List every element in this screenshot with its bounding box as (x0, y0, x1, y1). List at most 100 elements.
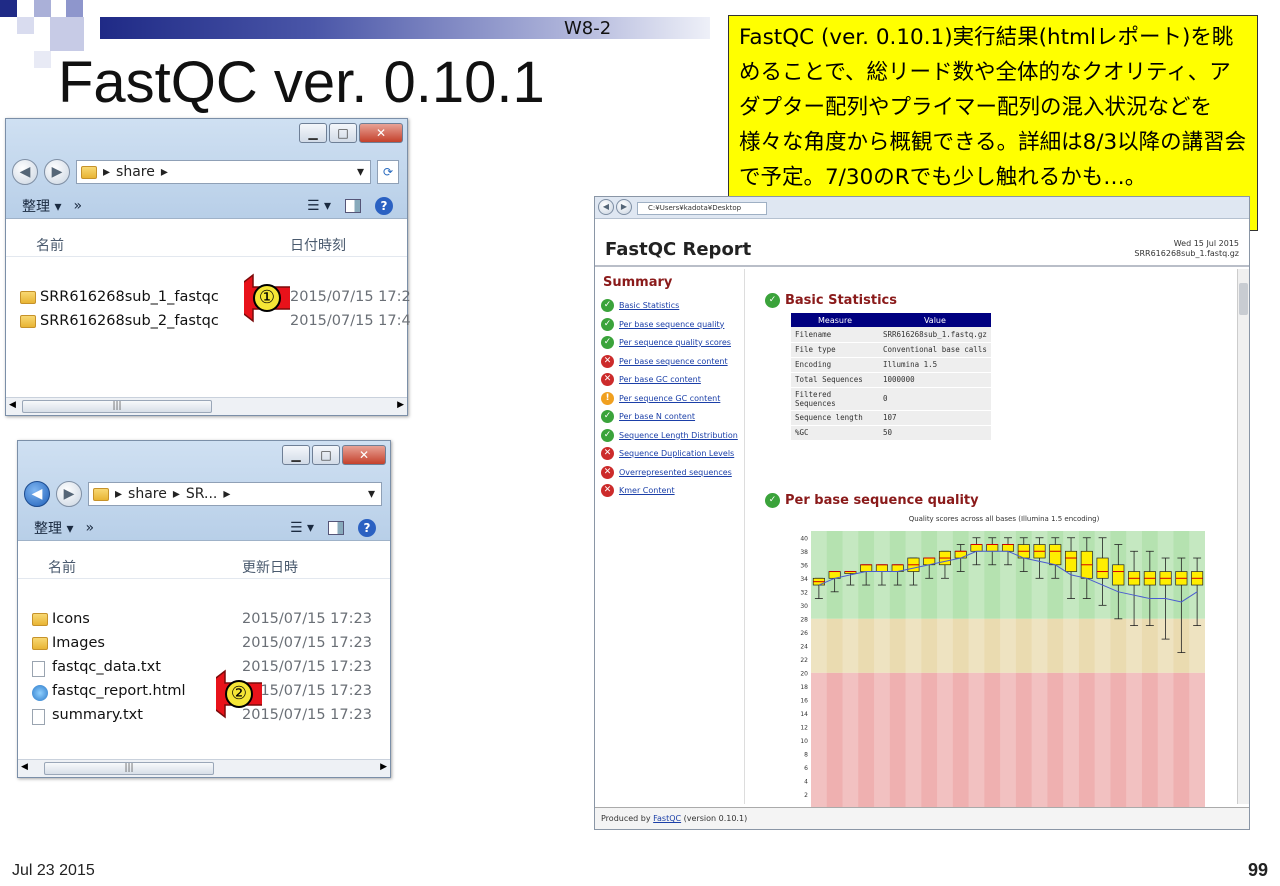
dropdown-icon[interactable]: ▾ (357, 164, 364, 180)
browser-url[interactable]: C:¥Users¥kadota¥Desktop (637, 202, 767, 215)
view-options-icon[interactable]: ☰ ▾ (290, 520, 314, 536)
more-menu[interactable]: » (73, 198, 82, 214)
stats-header-measure: Measure (791, 313, 879, 327)
folder-icon (93, 487, 109, 501)
back-button[interactable]: ◀ (24, 481, 50, 507)
summary-module-link[interactable]: ✕ Sequence Duplication Levels (601, 447, 734, 460)
column-date[interactable]: 日付時刻 (290, 235, 346, 255)
list-item[interactable]: SRR616268sub_2_fastqc 2015/07/15 17:4 (6, 311, 411, 334)
fail-icon: ✕ (601, 465, 614, 479)
scroll-right-icon[interactable]: ▶ (380, 762, 387, 772)
minimize-button[interactable]: ▁ (299, 123, 327, 143)
box (1112, 564, 1125, 586)
column-header: 名前 更新日時 (18, 551, 390, 579)
column-name[interactable]: 名前 (36, 235, 64, 255)
band-stripe (968, 531, 985, 808)
module-label: Per base N content (619, 412, 696, 421)
view-options-icon[interactable]: ☰ ▾ (307, 198, 331, 214)
y-tick-label: 34 (800, 576, 808, 583)
text-file-icon (32, 661, 45, 677)
folder-icon (20, 315, 36, 328)
summary-module-link[interactable]: ✕ Per base sequence content (601, 354, 728, 368)
preview-pane-icon[interactable] (328, 521, 344, 535)
back-button[interactable]: ◀ (598, 199, 614, 215)
forward-button[interactable]: ▶ (56, 481, 82, 507)
summary-module-link[interactable]: ! Per sequence GC content (601, 391, 720, 405)
item-date: 2015/07/15 17:4 (290, 313, 411, 329)
module-label: Kmer Content (619, 486, 675, 495)
scroll-thumb[interactable]: ||| (22, 400, 212, 413)
slide-title: FastQC ver. 0.10.1 (58, 50, 545, 115)
fail-icon: ✕ (601, 484, 614, 497)
summary-module-link[interactable]: ✓ Sequence Length Distribution (601, 428, 738, 442)
breadcrumb-sr[interactable]: SR... (186, 486, 217, 502)
basic-stats-table: Measure Value Filename SRR616268sub_1.fas… (791, 313, 991, 441)
horizontal-scrollbar[interactable]: ◀ ||| ▶ (18, 759, 390, 777)
scroll-right-icon[interactable]: ▶ (397, 400, 404, 410)
maximize-button[interactable]: □ (329, 123, 357, 143)
dropdown-icon[interactable]: ▾ (368, 486, 375, 502)
breadcrumb-share[interactable]: share (128, 486, 167, 502)
summary-module-link[interactable]: ✓ Per base sequence quality (601, 317, 724, 331)
report-title: FastQC Report (605, 239, 752, 260)
footer-suffix: (version 0.10.1) (681, 814, 748, 823)
refresh-icon[interactable]: ⟳ (377, 160, 399, 184)
scroll-thumb[interactable] (1239, 283, 1248, 315)
summary-module-link[interactable]: ✕ Kmer Content (601, 484, 675, 497)
fail-icon: ✕ (601, 447, 614, 460)
stat-value: 0 (879, 387, 991, 411)
help-icon[interactable]: ? (375, 197, 393, 215)
table-row: Filtered Sequences 0 (791, 387, 991, 411)
stat-measure: Sequence length (791, 410, 879, 426)
scroll-left-icon[interactable]: ◀ (9, 400, 16, 410)
stat-value: SRR616268sub_1.fastq.gz (879, 327, 991, 343)
list-item[interactable]: Images 2015/07/15 17:23 (18, 633, 390, 656)
forward-button[interactable]: ▶ (616, 199, 632, 215)
summary-module-link[interactable]: ✕ Per base GC content (601, 373, 701, 386)
summary-sidebar: Summary ✓ Basic Statistics ✓ Per base seque… (595, 269, 745, 804)
item-name: SRR616268sub_2_fastqc (40, 313, 219, 329)
minimize-button[interactable]: ▁ (282, 445, 310, 465)
column-date[interactable]: 更新日時 (242, 557, 298, 577)
list-item[interactable]: SRR616268sub_1_fastqc 2015/07/15 17:2 (6, 287, 411, 310)
help-icon[interactable]: ? (358, 519, 376, 537)
list-item[interactable]: summary.txt 2015/07/15 17:23 (18, 705, 390, 728)
vertical-scrollbar[interactable] (1237, 269, 1249, 804)
preview-pane-icon[interactable] (345, 199, 361, 213)
summary-module-link[interactable]: ✓ Per base N content (601, 410, 695, 423)
red-arrow-2 (216, 669, 262, 719)
horizontal-scrollbar[interactable]: ◀ ||| ▶ (6, 397, 407, 415)
close-button[interactable]: ✕ (342, 445, 386, 465)
forward-button[interactable]: ▶ (44, 159, 70, 185)
scroll-thumb[interactable]: ||| (44, 762, 214, 775)
list-item[interactable]: Icons 2015/07/15 17:23 (18, 609, 390, 632)
more-menu[interactable]: » (85, 520, 94, 536)
basic-statistics-heading: ✓ Basic Statistics (765, 293, 897, 308)
breadcrumb-share[interactable]: share (116, 164, 155, 180)
address-bar[interactable]: ▸ share ▸ ▾ (76, 160, 371, 184)
pass-icon: ✓ (765, 293, 780, 308)
list-item[interactable]: fastqc_data.txt 2015/07/15 17:23 (18, 657, 390, 680)
table-row: Sequence length 107 (791, 410, 991, 426)
box (1096, 557, 1109, 579)
stat-value: 107 (879, 410, 991, 426)
back-button[interactable]: ◀ (12, 159, 38, 185)
html-file-icon (32, 685, 48, 701)
fastqc-link[interactable]: FastQC (653, 814, 681, 823)
summary-module-link[interactable]: ✕ Overrepresented sequences (601, 465, 732, 479)
address-bar[interactable]: ▸ share ▸ SR... ▸ ▾ (88, 482, 382, 506)
scroll-left-icon[interactable]: ◀ (21, 762, 28, 772)
box (1001, 544, 1015, 552)
stat-measure: Encoding (791, 357, 879, 373)
text-file-icon (32, 709, 45, 725)
stat-measure: %GC (791, 425, 879, 441)
stat-value: 1000000 (879, 372, 991, 388)
maximize-button[interactable]: □ (312, 445, 340, 465)
list-item[interactable]: fastqc_report.html 2015/07/15 17:23 (18, 681, 390, 704)
organize-menu[interactable]: 整理 ▾ (22, 196, 61, 216)
column-name[interactable]: 名前 (48, 557, 76, 577)
summary-module-link[interactable]: ✓ Per sequence quality scores (601, 336, 731, 349)
summary-module-link[interactable]: ✓ Basic Statistics (601, 299, 679, 312)
close-button[interactable]: ✕ (359, 123, 403, 143)
organize-menu[interactable]: 整理 ▾ (34, 518, 73, 538)
